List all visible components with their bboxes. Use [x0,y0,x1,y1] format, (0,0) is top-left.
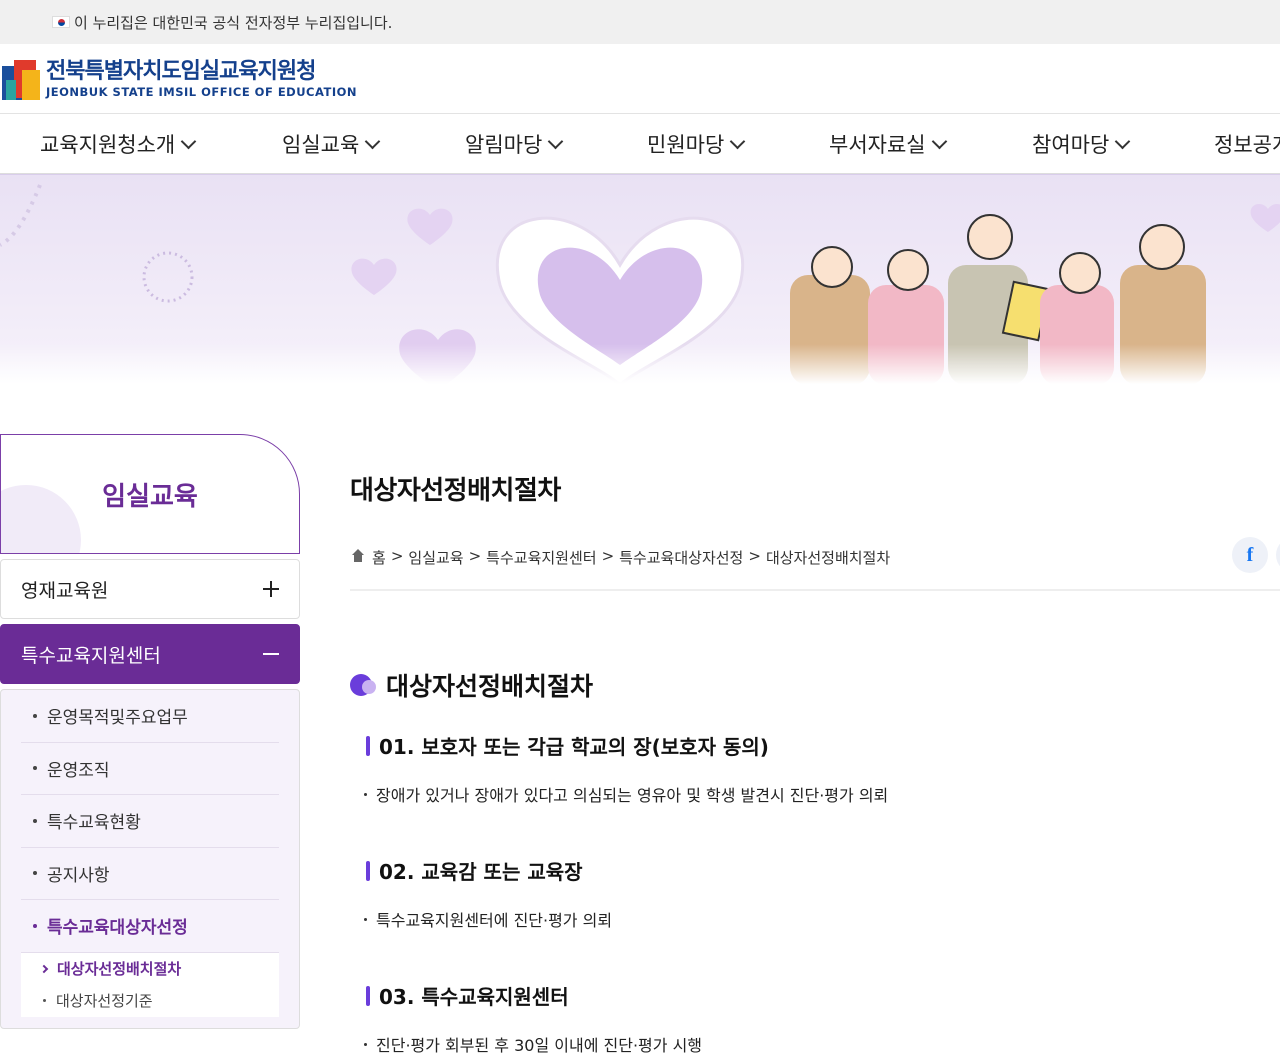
step-heading-2: 02. 교육감 또는 교육장 [366,856,1280,885]
bullet-icon [33,713,37,718]
gnb-item-label: 임실교육 [282,133,360,157]
heading-bar-icon [366,985,370,1006]
gnb-item-intro[interactable]: 교육지원청소개 [40,114,197,173]
sidebar-item-label: 특수교육지원센터 [21,644,161,667]
step-heading-1: 01. 보호자 또는 각급 학교의 장(보호자 동의) [366,731,1280,760]
breadcrumb-current: 대상자선정배치절차 [765,549,891,567]
sub-visual-banner [0,174,1280,384]
gnb-item-participation[interactable]: 참여마당 [1032,114,1131,173]
submenu-item-label: 공지사항 [47,865,110,886]
submenu2-item-criteria[interactable]: 대상자선정기준 [21,985,279,1017]
breadcrumb-item[interactable]: 특수교육지원센터 [486,547,596,568]
share-icon[interactable] [1276,537,1280,573]
step-text: 진단·평가 회부된 후 30일 이내에 진단·평가 시행 [376,1036,703,1055]
sidebar-title: 임실교육 [102,481,198,512]
submenu-item-label: 운영목적및주요업무 [47,708,188,729]
logo[interactable]: 전북특별자치도임실교육지원청 JEONBUK STATE IMSIL OFFIC… [46,59,357,99]
breadcrumb-home[interactable]: 홈 [372,547,386,568]
gnb-item-label: 교육지원청소개 [40,133,176,157]
gnb-item-label: 부서자료실 [829,133,926,157]
site-header: 전북특별자치도임실교육지원청 JEONBUK STATE IMSIL OFFIC… [0,44,1280,114]
minus-icon [263,646,279,662]
gnb-item-label: 참여마당 [1032,133,1110,157]
breadcrumb: 홈 > 임실교육 > 특수교육지원센터 > 특수교육대상자선정 > 대상자선정배… [350,537,1280,591]
step-heading-text: 02. 교육감 또는 교육장 [379,860,583,884]
gnb-item-label: 민원마당 [647,133,725,157]
gnb-item-imsil-education[interactable]: 임실교육 [282,114,381,173]
submenu2-item-label: 대상자선정배치절차 [57,960,182,978]
sidebar-item-special-education-center[interactable]: 특수교육지원센터 [0,624,300,684]
heading-dot-icon [350,674,376,696]
gnb-item-label: 정보공개 [1214,133,1280,157]
bullet-icon [33,923,37,928]
gnb-item-label: 알림마당 [465,133,543,157]
facebook-share-icon[interactable]: f [1232,537,1268,573]
submenu-item-status[interactable]: 특수교육현황 [21,795,279,848]
step-text: 장애가 있거나 장애가 있다고 의심되는 영유아 및 학생 발견시 진단·평가 … [376,786,889,805]
logo-korean: 전북특별자치도임실교육지원청 [46,58,316,84]
bullet-icon [33,818,37,823]
submenu-item-label: 특수교육대상자선정 [47,918,188,939]
logo-english: JEONBUK STATE IMSIL OFFICE OF EDUCATION [46,84,358,99]
step-text-1: 장애가 있거나 장애가 있다고 의심되는 영유아 및 학생 발견시 진단·평가 … [364,782,1280,806]
logo-mark-icon[interactable] [2,56,42,102]
home-icon[interactable] [350,549,366,563]
sidebar-submenu-level2: 대상자선정배치절차 대상자선정기준 [21,952,279,1017]
sidebar-submenu: 운영목적및주요업무 운영조직 특수교육현황 공지사항 특수교육대상자선정 대상자… [0,689,300,1029]
chevron-down-icon [1115,133,1131,149]
bullet-icon [33,766,37,771]
sidebar: 임실교육 영재교육원 특수교육지원센터 운영목적및주요업무 운영조직 특수교육현… [0,434,300,1029]
step-heading-text: 01. 보호자 또는 각급 학교의 장(보호자 동의) [379,735,769,759]
step-heading-text: 03. 특수교육지원센터 [379,985,569,1009]
gnb-item-notice[interactable]: 알림마당 [465,114,564,173]
gnb-item-civil[interactable]: 민원마당 [647,114,746,173]
bullet-icon [43,999,46,1002]
step-text-2: 특수교육지원센터에 진단·평가 의뢰 [364,907,1280,931]
sidebar-title-box: 임실교육 [0,434,300,554]
gov-notice-bar: 이 누리집은 대한민국 공식 전자정부 누리집입니다. [0,0,1280,44]
bullet-icon [364,1042,367,1046]
submenu-item-purpose[interactable]: 운영목적및주요업무 [21,690,279,743]
submenu-item-notices[interactable]: 공지사항 [21,848,279,900]
main-navigation: 교육지원청소개 임실교육 알림마당 민원마당 부서자료실 참여마당 정보공개 [0,114,1280,174]
section-heading: 대상자선정배치절차 [350,667,1280,703]
gnb-item-info-disclosure[interactable]: 정보공개 [1214,114,1280,173]
submenu-item-selection[interactable]: 특수교육대상자선정 [21,900,279,953]
sidebar-item-gifted-education[interactable]: 영재교육원 [0,559,300,619]
chevron-down-icon [180,133,197,149]
bullet-icon [364,792,367,796]
heading-bar-icon [366,735,370,756]
breadcrumb-item[interactable]: 특수교육대상자선정 [619,547,743,568]
submenu-item-label: 운영조직 [47,760,110,781]
breadcrumb-item[interactable]: 임실교육 [408,547,463,568]
step-heading-3: 03. 특수교육지원센터 [366,981,1280,1010]
heading-bar-icon [366,860,370,881]
main-content: 대상자선정배치절차 홈 > 임실교육 > 특수교육지원센터 > 특수교육대상자선… [350,470,1280,1056]
sidebar-item-label: 영재교육원 [21,579,109,602]
section-heading-text: 대상자선정배치절차 [386,672,594,701]
chevron-right-icon [39,964,49,973]
chevron-down-icon [730,133,746,149]
gov-notice-text: 이 누리집은 대한민국 공식 전자정부 누리집입니다. [74,13,393,32]
plus-icon [263,581,279,597]
korea-flag-icon [52,16,70,28]
submenu2-item-label: 대상자선정기준 [56,992,153,1010]
bullet-icon [364,917,367,921]
submenu2-item-procedure[interactable]: 대상자선정배치절차 [21,953,279,985]
submenu-item-organization[interactable]: 운영조직 [21,743,279,795]
chevron-down-icon [365,133,381,149]
gnb-item-dept-data[interactable]: 부서자료실 [829,114,947,173]
chevron-down-icon [931,133,947,149]
submenu-item-label: 특수교육현황 [47,813,141,834]
bullet-icon [33,871,37,876]
step-text: 특수교육지원센터에 진단·평가 의뢰 [376,911,613,930]
page-title: 대상자선정배치절차 [350,476,561,506]
step-text-3: 진단·평가 회부된 후 30일 이내에 진단·평가 시행 [364,1032,1280,1056]
chevron-down-icon [548,133,564,149]
